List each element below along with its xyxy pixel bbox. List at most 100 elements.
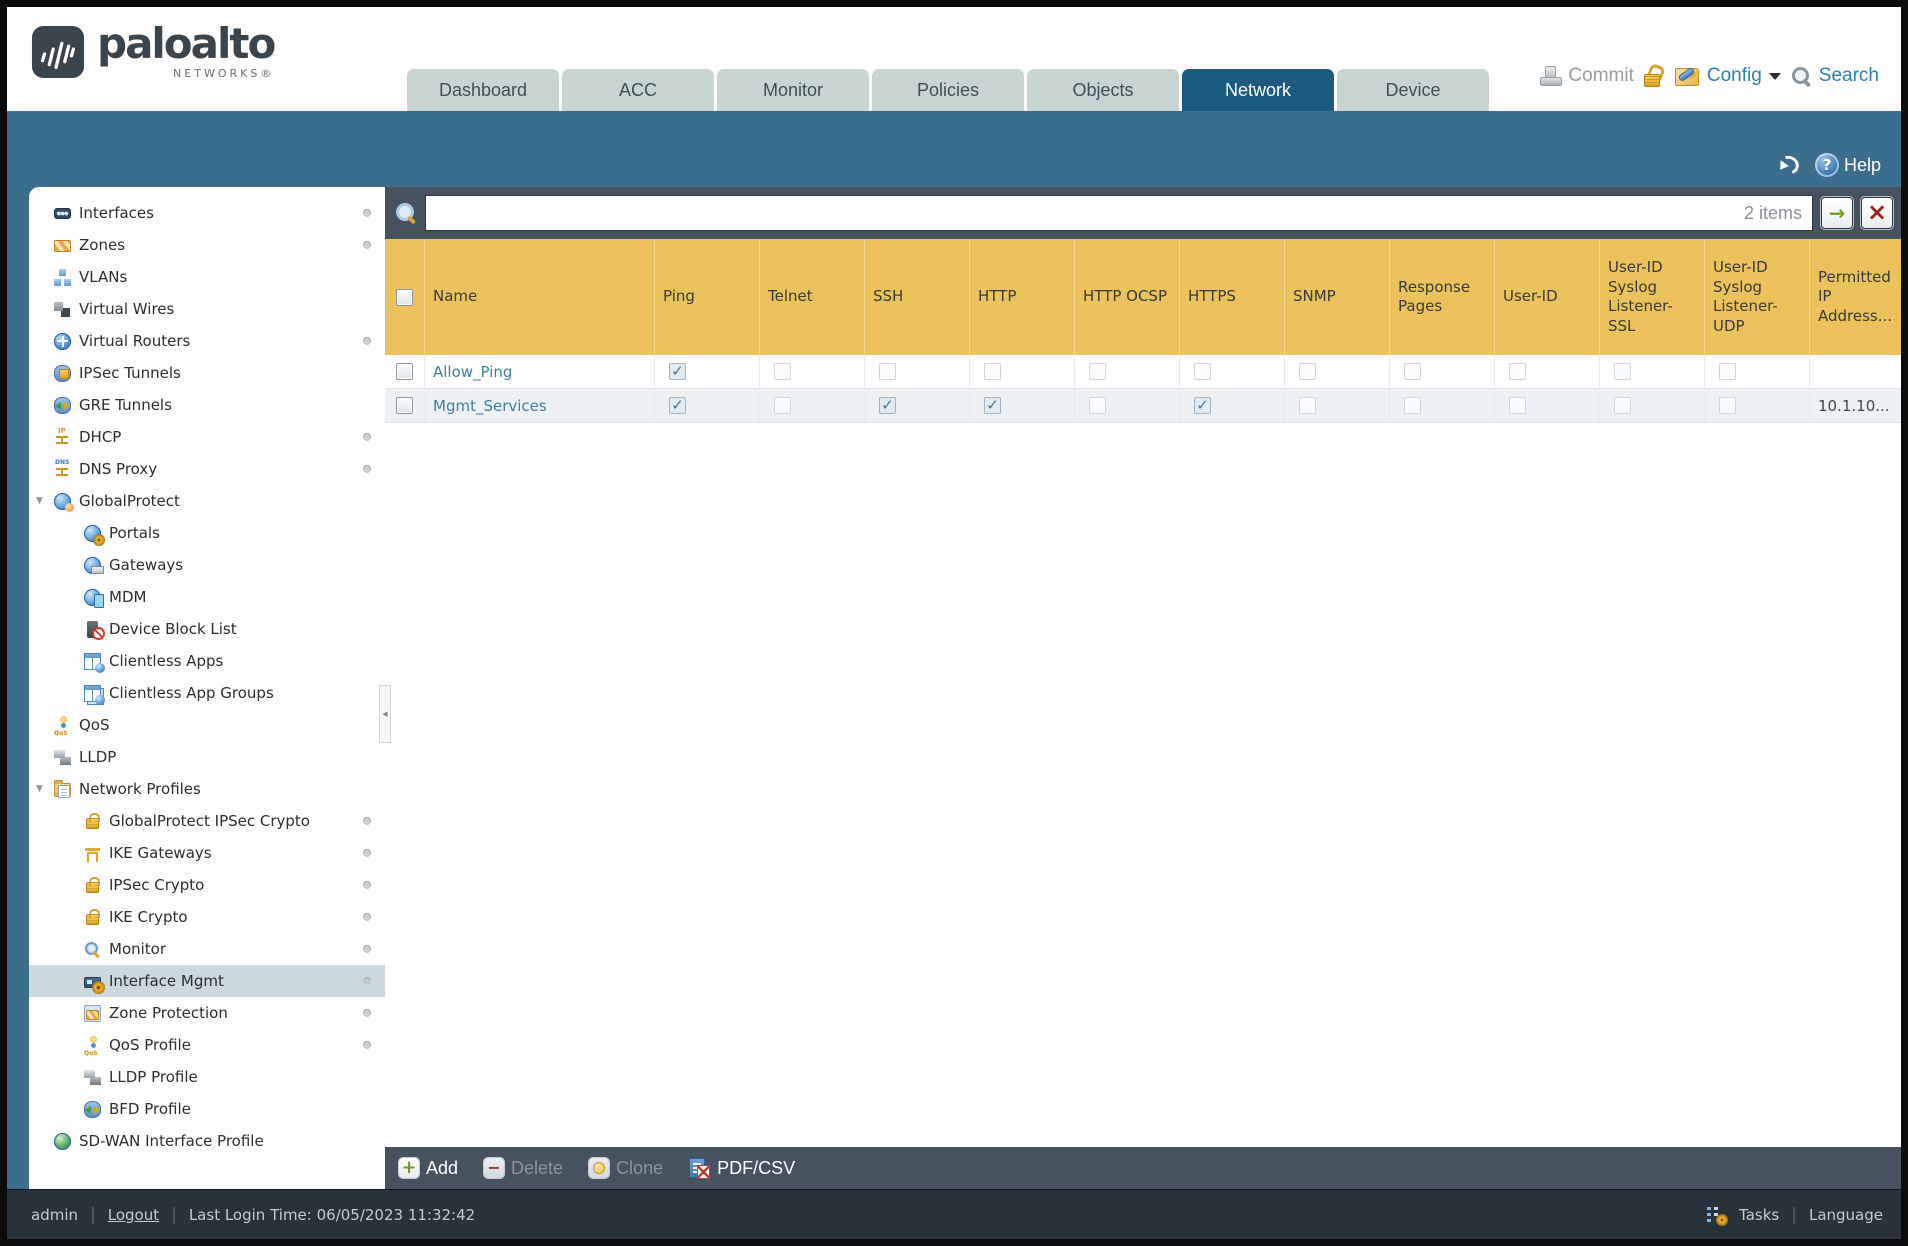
sidebar-item-lldp[interactable]: LLDP	[29, 741, 385, 773]
user-id-checkbox[interactable]	[1509, 363, 1526, 380]
http-checkbox[interactable]	[984, 363, 1001, 380]
commit-button[interactable]: Commit	[1539, 65, 1634, 87]
sidebar-item-dns-proxy[interactable]: DNS Proxy	[29, 453, 385, 485]
minus-icon	[484, 1158, 505, 1178]
sidebar-item-network-profiles[interactable]: ▼ Network Profiles	[29, 773, 385, 805]
col-header-user-id[interactable]: User-ID	[1495, 239, 1600, 355]
col-header-uid-syslog-udp[interactable]: User-ID Syslog Listener-UDP	[1705, 239, 1810, 355]
sidebar-item-qos[interactable]: QoS	[29, 709, 385, 741]
snmp-checkbox[interactable]	[1299, 397, 1316, 414]
sidebar-item-gateways[interactable]: Gateways	[29, 549, 385, 581]
sidebar-item-qos-profile[interactable]: QoS Profile	[29, 1029, 385, 1061]
https-checkbox[interactable]	[1194, 397, 1211, 414]
filter-input[interactable]	[426, 196, 1744, 230]
sidebar-item-device-block-list[interactable]: Device Block List	[29, 613, 385, 645]
http-ocsp-checkbox[interactable]	[1089, 363, 1106, 380]
profile-name-link[interactable]: Allow_Ping	[433, 363, 512, 381]
unlocked-padlock-icon[interactable]	[1643, 65, 1664, 87]
tab-monitor[interactable]: Monitor	[717, 69, 869, 111]
col-header-response-pages[interactable]: Response Pages	[1390, 239, 1495, 355]
add-button[interactable]: Add	[399, 1158, 458, 1179]
apply-filter-button[interactable]: →	[1821, 197, 1853, 229]
col-header-ssh[interactable]: SSH	[865, 239, 970, 355]
uid-syslog-ssl-checkbox[interactable]	[1614, 363, 1631, 380]
sidebar-item-gre-tunnels[interactable]: GRE Tunnels	[29, 389, 385, 421]
clientless-app-groups-icon	[84, 684, 105, 705]
tab-objects[interactable]: Objects	[1027, 69, 1179, 111]
sidebar-item-sdwan-interface-profile[interactable]: SD-WAN Interface Profile	[29, 1125, 385, 1157]
sidebar-item-clientless-app-groups[interactable]: Clientless App Groups	[29, 677, 385, 709]
telnet-checkbox[interactable]	[774, 397, 791, 414]
expand-triangle-icon[interactable]: ▼	[36, 784, 43, 794]
col-header-telnet[interactable]: Telnet	[760, 239, 865, 355]
user-id-checkbox[interactable]	[1509, 397, 1526, 414]
telnet-checkbox[interactable]	[774, 363, 791, 380]
help-button[interactable]: Help	[1814, 153, 1881, 177]
sidebar-item-bfd-profile[interactable]: BFD Profile	[29, 1093, 385, 1125]
ping-checkbox[interactable]	[669, 363, 686, 380]
sidebar-item-ipsec-crypto[interactable]: IPSec Crypto	[29, 869, 385, 901]
sidebar-item-virtual-routers[interactable]: Virtual Routers	[29, 325, 385, 357]
sidebar-item-monitor-profile[interactable]: Monitor	[29, 933, 385, 965]
sidebar-item-globalprotect[interactable]: ▼ GlobalProtect	[29, 485, 385, 517]
sidebar-item-ipsec-tunnels[interactable]: IPSec Tunnels	[29, 357, 385, 389]
row-checkbox[interactable]	[396, 363, 413, 380]
tab-policies[interactable]: Policies	[872, 69, 1024, 111]
col-header-permitted-ip[interactable]: Permitted IP Address...	[1810, 239, 1901, 355]
col-header-http-ocsp[interactable]: HTTP OCSP	[1075, 239, 1180, 355]
response-pages-checkbox[interactable]	[1404, 363, 1421, 380]
row-checkbox[interactable]	[396, 397, 413, 414]
uid-syslog-udp-checkbox[interactable]	[1719, 363, 1736, 380]
sidebar-item-interface-mgmt[interactable]: Interface Mgmt	[29, 965, 385, 997]
ssh-checkbox[interactable]	[879, 397, 896, 414]
sidebar-item-ike-gateways[interactable]: IKE Gateways	[29, 837, 385, 869]
http-ocsp-checkbox[interactable]	[1089, 397, 1106, 414]
sidebar-item-lldp-profile[interactable]: LLDP Profile	[29, 1061, 385, 1093]
qos-icon	[54, 715, 71, 737]
delete-button[interactable]: Delete	[484, 1158, 563, 1179]
col-header-ping[interactable]: Ping	[655, 239, 760, 355]
clone-button[interactable]: Clone	[589, 1158, 663, 1179]
sidebar-item-interfaces[interactable]: Interfaces	[29, 197, 385, 229]
sidebar-item-virtual-wires[interactable]: Virtual Wires	[29, 293, 385, 325]
select-all-checkbox[interactable]	[396, 288, 413, 306]
sidebar-item-ike-crypto[interactable]: IKE Crypto	[29, 901, 385, 933]
sidebar-item-gp-ipsec-crypto[interactable]: GlobalProtect IPSec Crypto	[29, 805, 385, 837]
sidebar-item-dhcp[interactable]: DHCP	[29, 421, 385, 453]
sidebar-item-vlans[interactable]: VLANs	[29, 261, 385, 293]
tab-acc[interactable]: ACC	[562, 69, 714, 111]
clear-filter-button[interactable]: ×	[1861, 197, 1893, 229]
col-header-name[interactable]: Name	[425, 239, 655, 355]
col-header-http[interactable]: HTTP	[970, 239, 1075, 355]
col-header-snmp[interactable]: SNMP	[1285, 239, 1390, 355]
sidebar-item-portals[interactable]: Portals	[29, 517, 385, 549]
profile-name-link[interactable]: Mgmt_Services	[433, 397, 547, 415]
col-header-uid-syslog-ssl[interactable]: User-ID Syslog Listener-SSL	[1600, 239, 1705, 355]
sidebar-item-mdm[interactable]: MDM	[29, 581, 385, 613]
expand-triangle-icon[interactable]: ▼	[36, 496, 43, 506]
tab-dashboard[interactable]: Dashboard	[407, 69, 559, 111]
https-checkbox[interactable]	[1194, 363, 1211, 380]
sidebar-item-zones[interactable]: Zones	[29, 229, 385, 261]
ssh-checkbox[interactable]	[879, 363, 896, 380]
tab-device[interactable]: Device	[1337, 69, 1489, 111]
uid-syslog-ssl-checkbox[interactable]	[1614, 397, 1631, 414]
snmp-checkbox[interactable]	[1299, 363, 1316, 380]
mdm-icon	[84, 588, 104, 608]
logout-link[interactable]: Logout	[108, 1206, 159, 1224]
http-checkbox[interactable]	[984, 397, 1001, 414]
pdf-csv-button[interactable]: PDF/CSV	[689, 1157, 795, 1179]
sidebar-item-zone-protection[interactable]: Zone Protection	[29, 997, 385, 1029]
response-pages-checkbox[interactable]	[1404, 397, 1421, 414]
tasks-link[interactable]: Tasks	[1739, 1206, 1779, 1224]
tab-network[interactable]: Network	[1182, 69, 1334, 111]
refresh-icon[interactable]	[1777, 154, 1801, 176]
global-search-button[interactable]: Search	[1791, 65, 1879, 87]
ping-checkbox[interactable]	[669, 397, 686, 414]
sidebar-collapse-handle[interactable]: ◀	[379, 685, 391, 743]
language-link[interactable]: Language	[1809, 1206, 1883, 1224]
config-menu-button[interactable]: Config	[1674, 65, 1781, 87]
uid-syslog-udp-checkbox[interactable]	[1719, 397, 1736, 414]
sidebar-item-clientless-apps[interactable]: Clientless Apps	[29, 645, 385, 677]
col-header-https[interactable]: HTTPS	[1180, 239, 1285, 355]
